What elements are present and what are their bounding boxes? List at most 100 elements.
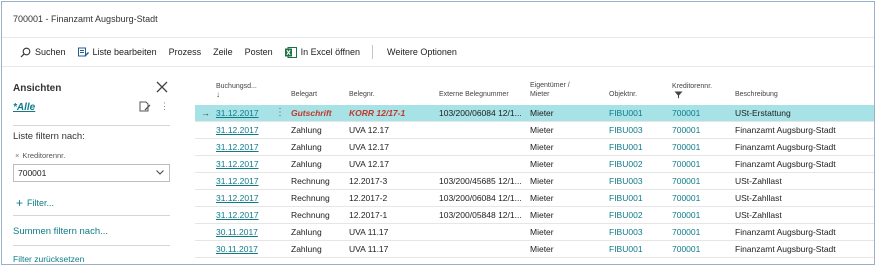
column-header-document-no[interactable]: Belegnr. [349,67,375,105]
close-icon[interactable] [154,79,170,95]
table-row[interactable]: 31.12.2017 Rechnung 12.2017-2 103/200/06084… [195,190,874,207]
document-no-cell: 12.2017-1 [349,210,388,220]
save-view-icon[interactable] [139,101,151,112]
filter-totals-link[interactable]: Summen filtern nach... [13,226,108,237]
posting-date-cell[interactable]: 30.11.2017 [216,241,286,258]
posting-date-cell[interactable]: 31.12.2017 [216,190,286,207]
vendor-no-cell[interactable]: 700001 [672,122,732,139]
edit-list-icon [77,47,89,56]
reset-filters-link[interactable]: Filter zurücksetzen [13,254,84,264]
vendor-no-cell[interactable]: 700001 [672,139,732,156]
table-row[interactable]: 31.12.2017 Zahlung UVA 12.17 Mieter FIBU001 7… [195,139,874,156]
open-in-excel-button[interactable]: In Excel öffnen [279,42,366,62]
object-no-cell[interactable]: FIBU001 [609,190,669,207]
table-row[interactable]: 31.12.2017 Zahlung UVA 12.17 Mieter FIBU003 7… [195,122,874,139]
column-header-vendor-no[interactable]: Kreditorennr. [672,67,712,105]
more-options-label: Weitere Optionen [387,47,457,57]
external-document-no-cell: 103/200/06084 12/1... [439,108,522,118]
grid-header: Buchungsd... ↓ Belegart Belegnr. Externe … [195,67,874,105]
column-header-external-document-no[interactable]: Externe Belegnummer [439,67,509,105]
process-menu[interactable]: Prozess [163,42,208,62]
posting-date-cell[interactable]: 31.12.2017 [216,105,286,122]
document-type-cell: Rechnung [291,210,330,220]
search-label: Suchen [35,47,66,57]
external-document-no-cell [439,139,527,156]
description-cell: USt-Zahllast [735,176,782,186]
column-header-owner-tenant[interactable]: Eigentümer / Mieter [530,67,570,105]
view-all-link[interactable]: *Alle [13,102,35,113]
owner-tenant-cell: Mieter [530,176,554,186]
vendor-no-cell[interactable]: 700001 [672,207,732,224]
column-header-label: Kreditorennr. [672,83,713,90]
more-vertical-icon[interactable]: ⋮ [160,101,169,112]
posting-date-cell[interactable]: 30.11.2017 [216,224,286,241]
description-cell: Finanzamt Augsburg-Stadt [735,227,836,237]
table-row[interactable]: 31.12.2017 Rechnung 12.2017-3 103/200/45685… [195,173,874,190]
vendor-no-cell[interactable]: 700001 [672,190,732,207]
vendor-no-cell[interactable]: 700001 [672,224,732,241]
search-button[interactable]: Suchen [14,42,72,62]
object-no-cell[interactable]: FIBU001 [609,105,669,122]
remove-filter-icon[interactable]: × [15,151,19,160]
views-heading: Ansichten [13,83,62,94]
pane-divider [13,245,170,246]
vendor-no-cell[interactable]: 700001 [672,156,732,173]
object-no-cell[interactable]: FIBU001 [609,241,669,258]
more-options-button[interactable]: Weitere Optionen [381,42,463,62]
plus-icon: + [16,196,24,210]
action-bar: Suchen Liste bearbeiten Prozess Zeile Po… [2,40,874,64]
row-menu[interactable]: Zeile [207,42,239,62]
object-no-cell[interactable]: FIBU002 [609,207,669,224]
table-row[interactable]: 30.11.2017 Zahlung UVA 11.17 Mieter FIBU003 7… [195,224,874,241]
owner-tenant-cell: Mieter [530,227,554,237]
pane-divider [13,215,170,216]
excel-icon [284,46,297,58]
object-no-cell[interactable]: FIBU003 [609,173,669,190]
document-type-cell: Rechnung [291,193,330,203]
search-icon [20,47,31,57]
object-no-cell[interactable]: FIBU003 [609,122,669,139]
object-no-cell[interactable]: FIBU001 [609,139,669,156]
filter-funnel-icon [674,91,683,99]
owner-tenant-cell: Mieter [530,193,554,203]
column-header-document-type[interactable]: Belegart [291,67,317,105]
table-row[interactable]: 30.11.2017 Zahlung UVA 11.17 Mieter FIBU001 7… [195,241,874,258]
edit-list-button[interactable]: Liste bearbeiten [72,42,163,62]
posting-date-cell[interactable]: 31.12.2017 [216,156,286,173]
object-no-cell[interactable]: FIBU003 [609,224,669,241]
filter-list-heading: Liste filtern nach: [13,131,85,142]
posting-date-cell[interactable]: 31.12.2017 [216,173,286,190]
posting-date-cell[interactable]: 31.12.2017 [216,207,286,224]
object-no-cell[interactable]: FIBU002 [609,156,669,173]
external-document-no-cell: 103/200/06084 12/1... [439,193,522,203]
filter-value-field[interactable]: 700001 [13,164,170,182]
add-filter-button[interactable]: + Filter... [16,195,54,210]
description-cell: Finanzamt Augsburg-Stadt [735,142,836,152]
document-type-cell: Zahlung [291,159,322,169]
column-header-label: Buchungsd... [216,83,257,90]
document-type-cell: Rechnung [291,176,330,186]
filter-field-label: × Kreditorennr. [15,151,65,160]
chevron-down-icon [156,170,164,175]
vendor-no-cell[interactable]: 700001 [672,173,732,190]
vendor-no-cell[interactable]: 700001 [672,105,732,122]
column-header-posting-date[interactable]: Buchungsd... ↓ [216,67,257,105]
posting-date-cell[interactable]: 31.12.2017 [216,139,286,156]
description-cell: USt-Zahllast [735,210,782,220]
column-header-label: Beschreibung [735,91,778,98]
column-header-description[interactable]: Beschreibung [735,67,778,105]
owner-tenant-cell: Mieter [530,125,554,135]
posting-date-cell[interactable]: 31.12.2017 [216,122,286,139]
pane-divider [13,125,170,126]
table-row[interactable]: → ⋮ 31.12.2017 Gutschrift KORR 12/17-1 103/20… [195,105,874,122]
filter-field-name: Kreditorennr. [22,151,66,160]
column-header-object-no[interactable]: Objektnr. [609,67,637,105]
external-document-no-cell: 103/200/05848 12/1... [439,210,522,220]
document-type-cell: Zahlung [291,125,322,135]
vendor-no-cell[interactable]: 700001 [672,241,732,258]
entries-menu[interactable]: Posten [239,42,279,62]
table-row[interactable]: 31.12.2017 Zahlung UVA 12.17 Mieter FIBU002 7… [195,156,874,173]
table-row[interactable]: 31.12.2017 Rechnung 12.2017-1 103/200/05848… [195,207,874,224]
document-no-cell: 12.2017-3 [349,176,388,186]
column-header-label: Eigentümer / [530,82,570,89]
